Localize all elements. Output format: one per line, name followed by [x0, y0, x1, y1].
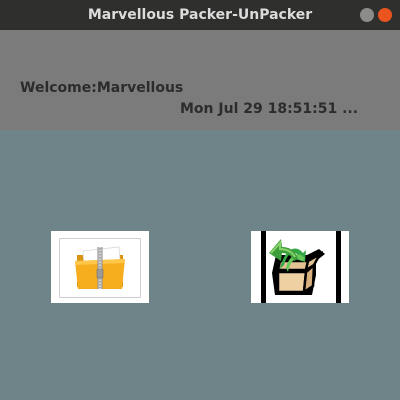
unpack-button[interactable]	[251, 231, 349, 303]
window-titlebar[interactable]: Marvellous Packer-UnPacker	[0, 0, 400, 30]
minimize-button[interactable]	[360, 8, 374, 22]
pack-button[interactable]	[51, 231, 149, 303]
datetime-label: Mon Jul 29 18:51:51 ...	[180, 101, 359, 117]
welcome-label: Welcome:Marvellous	[20, 80, 184, 96]
close-button[interactable]	[378, 8, 392, 22]
window-title: Marvellous Packer-UnPacker	[87, 7, 313, 23]
zipped-folder-icon	[75, 246, 125, 289]
unpack-box-icon	[261, 231, 341, 303]
